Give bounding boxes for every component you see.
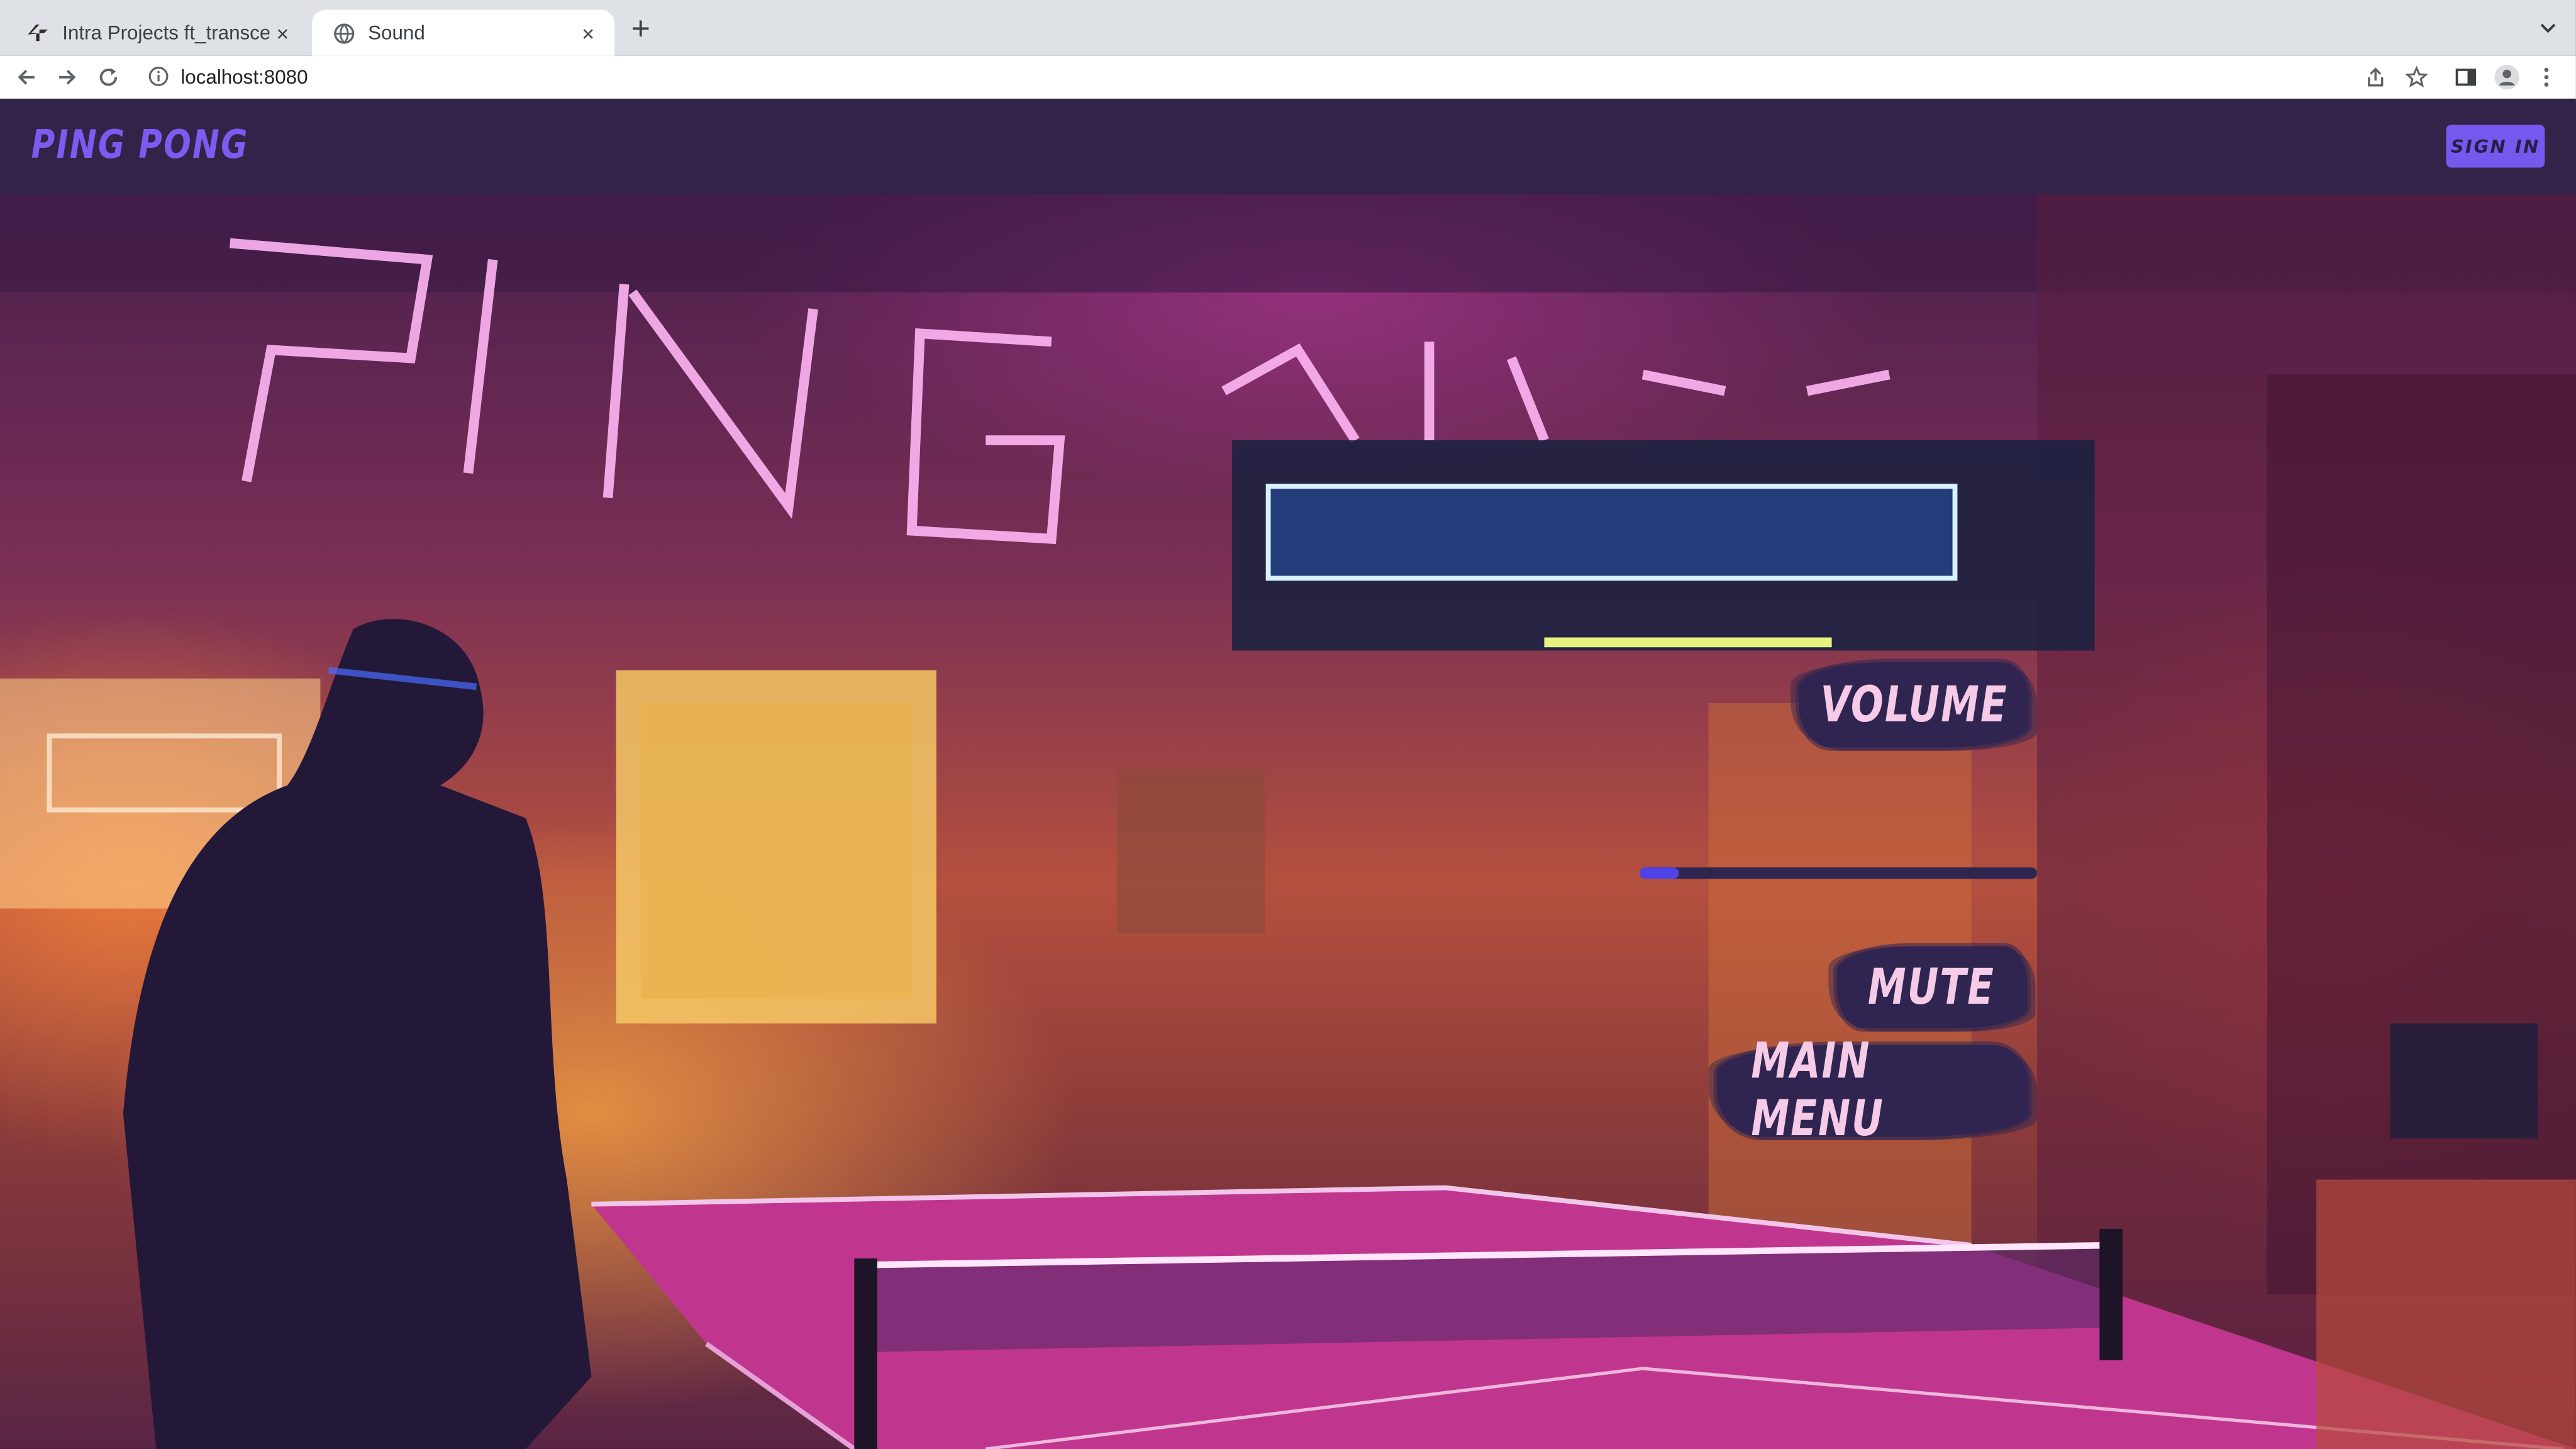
globe-icon	[332, 21, 355, 45]
bookmark-star-icon[interactable]	[2402, 62, 2431, 92]
main-menu-button[interactable]: MAIN MENU	[1716, 1033, 2029, 1148]
brand-logo[interactable]: PING PONG	[31, 121, 249, 167]
profile-avatar-icon[interactable]	[2492, 62, 2522, 92]
sign-in-button[interactable]: SIGN IN	[2446, 125, 2545, 168]
tab-sound[interactable]: Sound ×	[312, 9, 614, 56]
tab-search-chevron-icon[interactable]	[2536, 16, 2560, 40]
intra-42-icon	[26, 21, 50, 45]
forward-arrow-icon[interactable]	[53, 62, 82, 92]
tab-title: Sound	[368, 21, 425, 45]
address-bar[interactable]: localhost:8080	[138, 57, 2346, 97]
site-navbar: PING PONG SIGN IN	[0, 98, 2576, 194]
close-tab-icon[interactable]: ×	[575, 19, 601, 46]
site-info-icon[interactable]	[148, 65, 171, 89]
tab-title: Intra Projects ft_transcendence	[62, 21, 270, 45]
neon-arcade-illustration	[0, 194, 2576, 1449]
volume-slider[interactable]	[1639, 867, 2038, 879]
web-page: PING PONG SIGN IN VOLUME MUTE MAIN MENU	[0, 98, 2576, 1449]
share-icon[interactable]	[2361, 62, 2390, 92]
close-tab-icon[interactable]: ×	[269, 19, 296, 46]
new-tab-button[interactable]: +	[625, 13, 657, 48]
reload-icon[interactable]	[94, 62, 123, 92]
volume-label: VOLUME	[1799, 662, 2029, 748]
mute-button[interactable]: MUTE	[1836, 946, 2028, 1029]
tab-strip: Intra Projects ft_transcendence × Sound …	[0, 0, 2576, 56]
side-panel-icon[interactable]	[2451, 62, 2480, 92]
back-arrow-icon[interactable]	[11, 62, 41, 92]
more-menu-icon[interactable]	[2531, 62, 2561, 92]
background-scene: VOLUME MUTE MAIN MENU	[0, 194, 2576, 1449]
url-text: localhost:8080	[180, 65, 308, 89]
volume-slider-fill	[1639, 867, 1680, 879]
browser-toolbar: localhost:8080	[0, 55, 2576, 101]
tab-intra-projects[interactable]: Intra Projects ft_transcendence ×	[6, 10, 309, 56]
